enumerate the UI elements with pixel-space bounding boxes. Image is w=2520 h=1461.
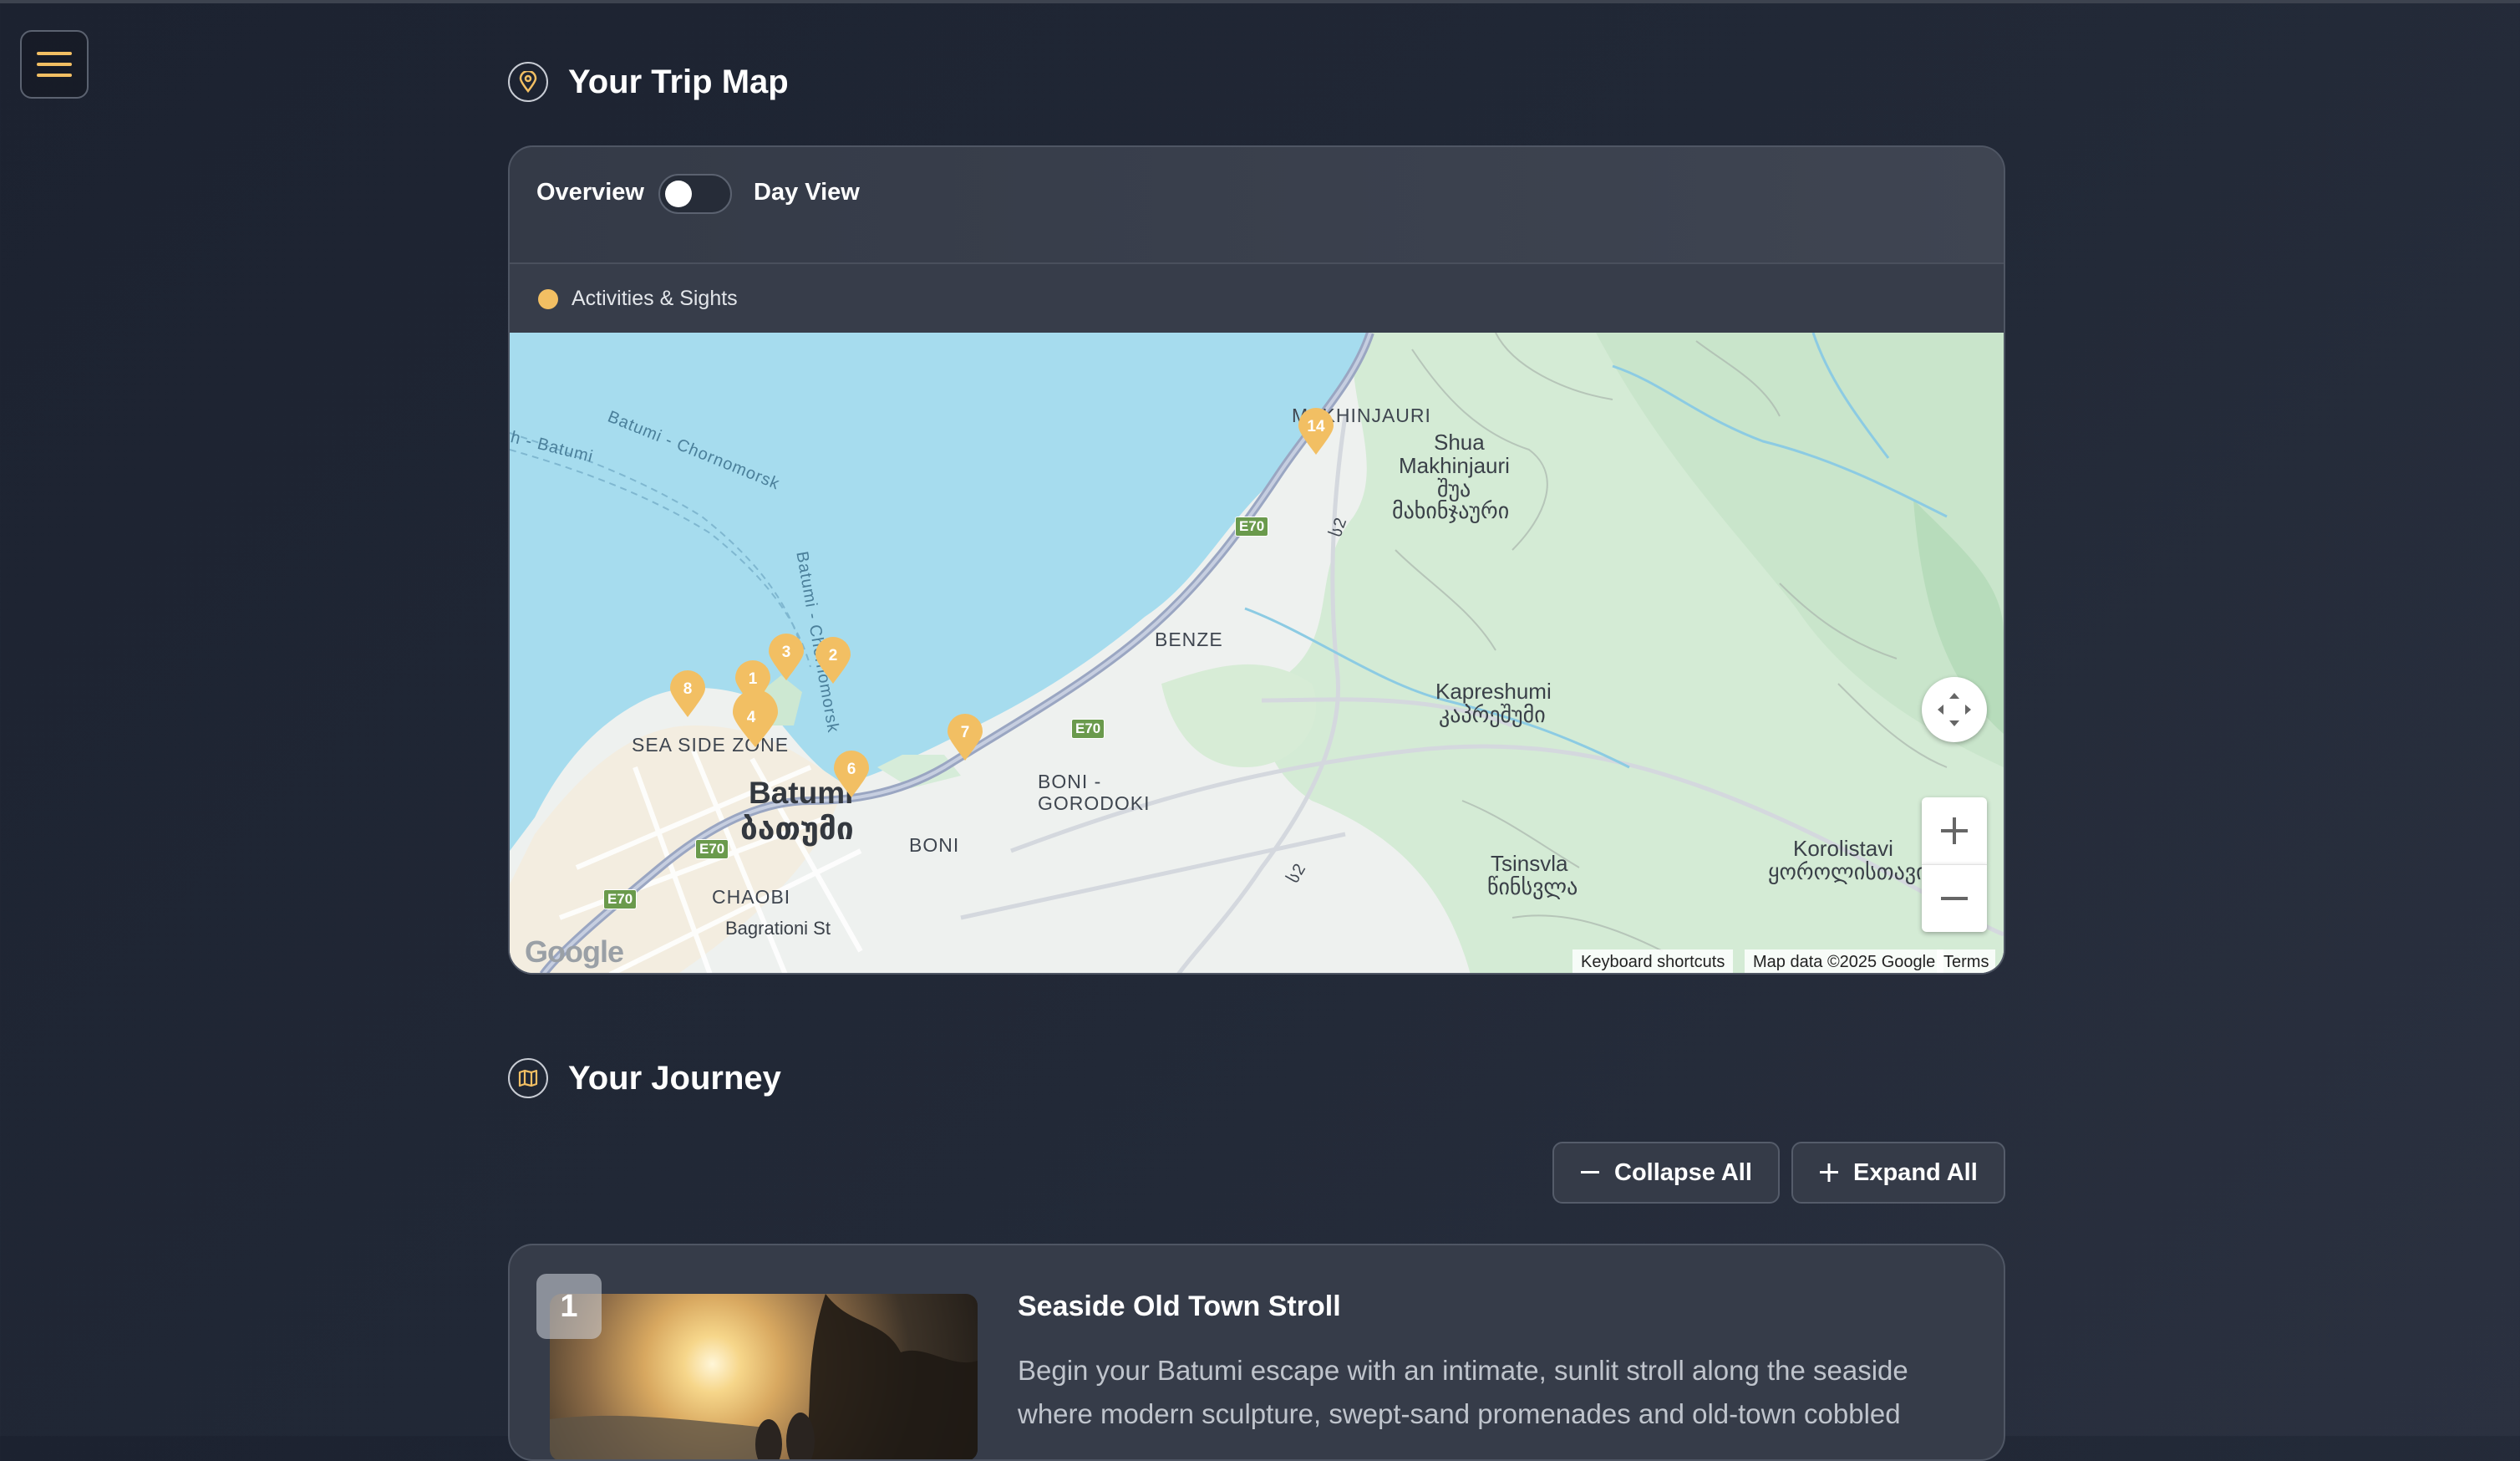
map-label-makhinjauri-geo: მახინჯაური bbox=[1392, 498, 1510, 523]
map-marker-number: 14 bbox=[1307, 418, 1325, 435]
minus-icon bbox=[1581, 1171, 1599, 1173]
plus-icon bbox=[1820, 1163, 1838, 1182]
map-label-makhinjauri-2: Makhinjauri bbox=[1399, 453, 1510, 478]
hamburger-icon bbox=[37, 52, 72, 77]
overview-label: Overview bbox=[536, 179, 644, 206]
day-number-badge: 1 bbox=[536, 1274, 602, 1339]
map-marker-number: 7 bbox=[960, 724, 970, 741]
map-marker[interactable]: 14 bbox=[1297, 408, 1335, 456]
map-marker[interactable]: 8 bbox=[668, 670, 707, 719]
map-label-tsinsvla-geo: წინსვლა bbox=[1487, 874, 1578, 899]
map-label-korolistavi: Korolistavi bbox=[1793, 836, 1893, 861]
map-label-benze: BENZE bbox=[1155, 629, 1223, 650]
journey-title: Your Journey bbox=[568, 1060, 781, 1097]
sunset-promenade-image bbox=[550, 1294, 978, 1459]
road-shield-e70-4: E70 bbox=[603, 889, 638, 909]
map-marker-number: 2 bbox=[828, 647, 838, 664]
collapse-all-label: Collapse All bbox=[1614, 1158, 1752, 1186]
road-shield-e70-3: E70 bbox=[695, 839, 729, 859]
day-view-label: Day View bbox=[754, 179, 860, 206]
map-label-tsinsvla: Tsinsvla bbox=[1491, 851, 1568, 876]
road-shield-e70-2: E70 bbox=[1071, 719, 1105, 739]
view-toggle-switch[interactable] bbox=[658, 174, 732, 214]
legend-label-activities: Activities & Sights bbox=[572, 287, 738, 310]
map-marker-number: 3 bbox=[781, 644, 791, 661]
day-photo bbox=[550, 1294, 978, 1459]
map-legend: Activities & Sights bbox=[510, 264, 2004, 333]
map-label-batumi-geo: ბათუმი bbox=[740, 812, 854, 846]
map-label-kapreshumi-geo: კაპრეშუმი bbox=[1439, 702, 1546, 727]
minus-icon bbox=[1941, 897, 1968, 900]
road-shield-e70: E70 bbox=[1235, 517, 1269, 537]
zoom-in-button[interactable] bbox=[1922, 797, 1987, 864]
day-card-1[interactable]: 1 Seaside Old Town Stroll Begin your Bat… bbox=[508, 1244, 2005, 1461]
camera-move-icon bbox=[1938, 693, 1971, 726]
map-marker-number: 4 bbox=[746, 709, 756, 726]
map-label-gorodoki: GORODOKI bbox=[1038, 792, 1151, 814]
map-label-shua: Shua bbox=[1434, 430, 1485, 455]
map-data-attribution: Map data ©2025 Google bbox=[1745, 949, 1944, 973]
plus-icon bbox=[1941, 817, 1968, 844]
day-description: Begin your Batumi escape with an intimat… bbox=[1018, 1355, 1908, 1429]
menu-button[interactable] bbox=[20, 30, 89, 99]
map-label-bagrationi: Bagrationi St bbox=[725, 918, 831, 939]
map-marker[interactable]: 7 bbox=[946, 714, 984, 762]
terms-link[interactable]: Terms bbox=[1937, 949, 1996, 973]
map-marker[interactable]: 4 bbox=[730, 690, 780, 749]
expand-all-button[interactable]: Expand All bbox=[1791, 1142, 2005, 1204]
keyboard-shortcuts-link[interactable]: Keyboard shortcuts bbox=[1572, 949, 1734, 973]
map-label-boni-gorodoki: BONI - bbox=[1038, 771, 1102, 792]
map-pin-icon bbox=[508, 62, 548, 102]
toggle-knob bbox=[665, 181, 692, 207]
map-camera-control[interactable] bbox=[1922, 677, 1987, 742]
map-marker[interactable]: 6 bbox=[832, 751, 871, 799]
zoom-out-button[interactable] bbox=[1922, 864, 1987, 932]
legend-dot-activities bbox=[538, 289, 558, 309]
expand-all-label: Expand All bbox=[1853, 1158, 1978, 1186]
google-map[interactable]: MAKHINJAURI Shua Makhinjauri შუა მახინჯა… bbox=[510, 333, 2004, 973]
window-top-border bbox=[0, 0, 2520, 3]
map-marker-number: 8 bbox=[683, 680, 693, 698]
map-marker[interactable]: 3 bbox=[767, 634, 805, 682]
google-logo: Google bbox=[525, 934, 624, 969]
day-title: Seaside Old Town Stroll bbox=[1018, 1290, 1341, 1322]
map-label-korolistavi-geo: ყოროლისთავი bbox=[1768, 859, 1928, 884]
trip-map-card: Overview Day View Activities & Sights MA… bbox=[508, 145, 2005, 975]
map-fold-icon bbox=[508, 1058, 548, 1098]
map-label-chaobi: CHAOBI bbox=[712, 886, 791, 908]
trip-map-title: Your Trip Map bbox=[568, 64, 789, 100]
map-label-kapreshumi: Kapreshumi bbox=[1435, 679, 1552, 704]
map-marker-number: 1 bbox=[748, 670, 758, 688]
map-marker[interactable]: 2 bbox=[814, 637, 852, 685]
map-marker-number: 6 bbox=[846, 761, 856, 778]
map-view-toggle-bar: Overview Day View bbox=[510, 147, 2004, 264]
map-label-boni: BONI bbox=[909, 834, 960, 856]
collapse-all-button[interactable]: Collapse All bbox=[1552, 1142, 1780, 1204]
